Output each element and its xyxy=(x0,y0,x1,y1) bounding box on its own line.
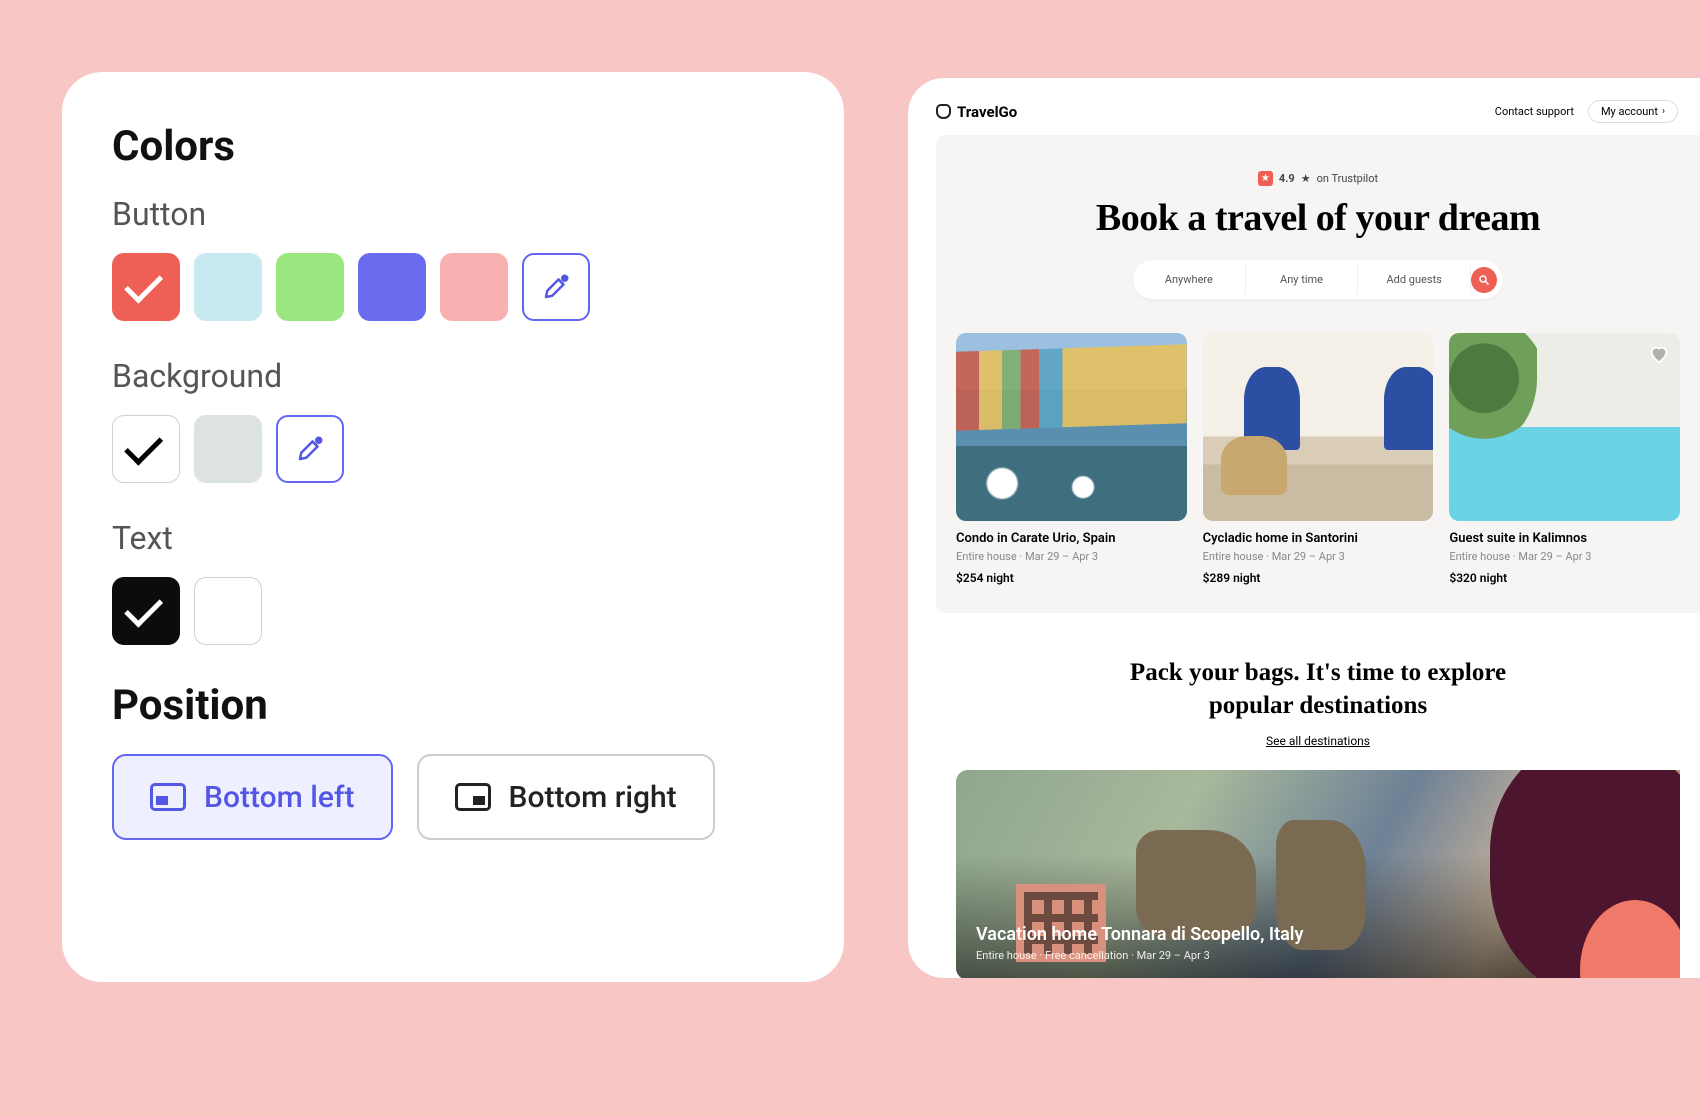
text-swatch-1[interactable] xyxy=(194,577,262,645)
listing-subtitle: Entire house · Mar 29 – Apr 3 xyxy=(956,550,1187,563)
listing-title: Guest suite in Kalimnos xyxy=(1449,531,1680,546)
preview-topbar: TravelGo Contact support My account › xyxy=(936,100,1700,135)
favorite-icon[interactable] xyxy=(1648,343,1670,365)
listing-card[interactable]: Condo in Carate Urio, Spain Entire house… xyxy=(956,333,1187,585)
text-swatch-0[interactable] xyxy=(112,577,180,645)
destination-hero[interactable]: Vacation home Tonnara di Scopello, Italy… xyxy=(956,770,1680,978)
brand-logo[interactable]: TravelGo xyxy=(936,103,1017,121)
listing-image xyxy=(1203,333,1434,521)
eyedropper-icon xyxy=(295,434,325,464)
settings-card: Colors Button Background Text Position xyxy=(62,72,844,982)
button-swatch-4[interactable] xyxy=(440,253,508,321)
position-bottom-right-button[interactable]: Bottom right xyxy=(417,754,715,840)
position-bottom-right-icon xyxy=(455,783,491,811)
rating-score: 4.9 xyxy=(1279,172,1295,185)
hero-section: ★ 4.9 ★ on Trustpilot Book a travel of y… xyxy=(936,135,1700,613)
position-bottom-left-label: Bottom left xyxy=(204,780,355,815)
listing-image xyxy=(1449,333,1680,521)
search-icon xyxy=(1478,274,1490,286)
rating-row: ★ 4.9 ★ on Trustpilot xyxy=(956,171,1680,186)
rating-label: on Trustpilot xyxy=(1317,172,1379,185)
button-swatch-row xyxy=(112,253,794,321)
listing-card[interactable]: Cycladic home in Santorini Entire house … xyxy=(1203,333,1434,585)
trustpilot-badge-icon: ★ xyxy=(1258,171,1273,186)
search-bar[interactable]: Anywhere Any time Add guests xyxy=(1133,260,1503,299)
destination-title: Vacation home Tonnara di Scopello, Italy xyxy=(976,924,1660,945)
pack-section: Pack your bags. It's time to explore pop… xyxy=(936,613,1700,978)
decorative-notch xyxy=(846,94,910,158)
star-icon: ★ xyxy=(1301,172,1311,185)
button-swatch-0[interactable] xyxy=(112,253,180,321)
listing-price: $289 night xyxy=(1203,571,1434,585)
contact-support-link[interactable]: Contact support xyxy=(1495,105,1574,118)
see-all-destinations-link[interactable]: See all destinations xyxy=(956,734,1680,748)
my-account-button[interactable]: My account › xyxy=(1588,100,1678,123)
my-account-label: My account xyxy=(1601,105,1658,118)
background-swatch-0[interactable] xyxy=(112,415,180,483)
position-row: Bottom left Bottom right xyxy=(112,754,794,840)
search-where[interactable]: Anywhere xyxy=(1133,265,1246,294)
pack-title: Pack your bags. It's time to explore pop… xyxy=(956,657,1680,722)
button-swatch-3[interactable] xyxy=(358,253,426,321)
background-swatch-row xyxy=(112,415,794,483)
listing-row: Condo in Carate Urio, Spain Entire house… xyxy=(956,333,1680,585)
listing-subtitle: Entire house · Mar 29 – Apr 3 xyxy=(1449,550,1680,563)
listing-title: Cycladic home in Santorini xyxy=(1203,531,1434,546)
position-bottom-left-button[interactable]: Bottom left xyxy=(112,754,393,840)
search-when[interactable]: Any time xyxy=(1246,265,1359,294)
search-button[interactable] xyxy=(1471,267,1497,293)
brand-name: TravelGo xyxy=(957,103,1017,121)
chevron-right-icon: › xyxy=(1662,106,1665,117)
listing-title: Condo in Carate Urio, Spain xyxy=(956,531,1187,546)
brand-logo-icon xyxy=(936,104,951,119)
button-swatch-1[interactable] xyxy=(194,253,262,321)
position-bottom-right-label: Bottom right xyxy=(509,780,677,815)
listing-subtitle: Entire house · Mar 29 – Apr 3 xyxy=(1203,550,1434,563)
text-color-label: Text xyxy=(112,519,794,557)
colors-heading: Colors xyxy=(112,122,794,171)
eyedropper-icon xyxy=(541,272,571,302)
button-color-label: Button xyxy=(112,195,794,233)
position-bottom-left-icon xyxy=(150,783,186,811)
listing-card[interactable]: Guest suite in Kalimnos Entire house · M… xyxy=(1449,333,1680,585)
hero-title: Book a travel of your dream xyxy=(956,196,1680,240)
button-color-picker[interactable] xyxy=(522,253,590,321)
preview-frame: TravelGo Contact support My account › ★ … xyxy=(908,78,1700,978)
listing-price: $320 night xyxy=(1449,571,1680,585)
search-who[interactable]: Add guests xyxy=(1358,265,1471,294)
listing-image xyxy=(956,333,1187,521)
decorative-notch xyxy=(846,320,910,384)
listing-price: $254 night xyxy=(956,571,1187,585)
position-heading: Position xyxy=(112,681,794,730)
background-color-picker[interactable] xyxy=(276,415,344,483)
background-swatch-1[interactable] xyxy=(194,415,262,483)
background-color-label: Background xyxy=(112,357,794,395)
button-swatch-2[interactable] xyxy=(276,253,344,321)
text-swatch-row xyxy=(112,577,794,645)
destination-subtitle: Entire house · Free cancellation · Mar 2… xyxy=(976,949,1660,962)
